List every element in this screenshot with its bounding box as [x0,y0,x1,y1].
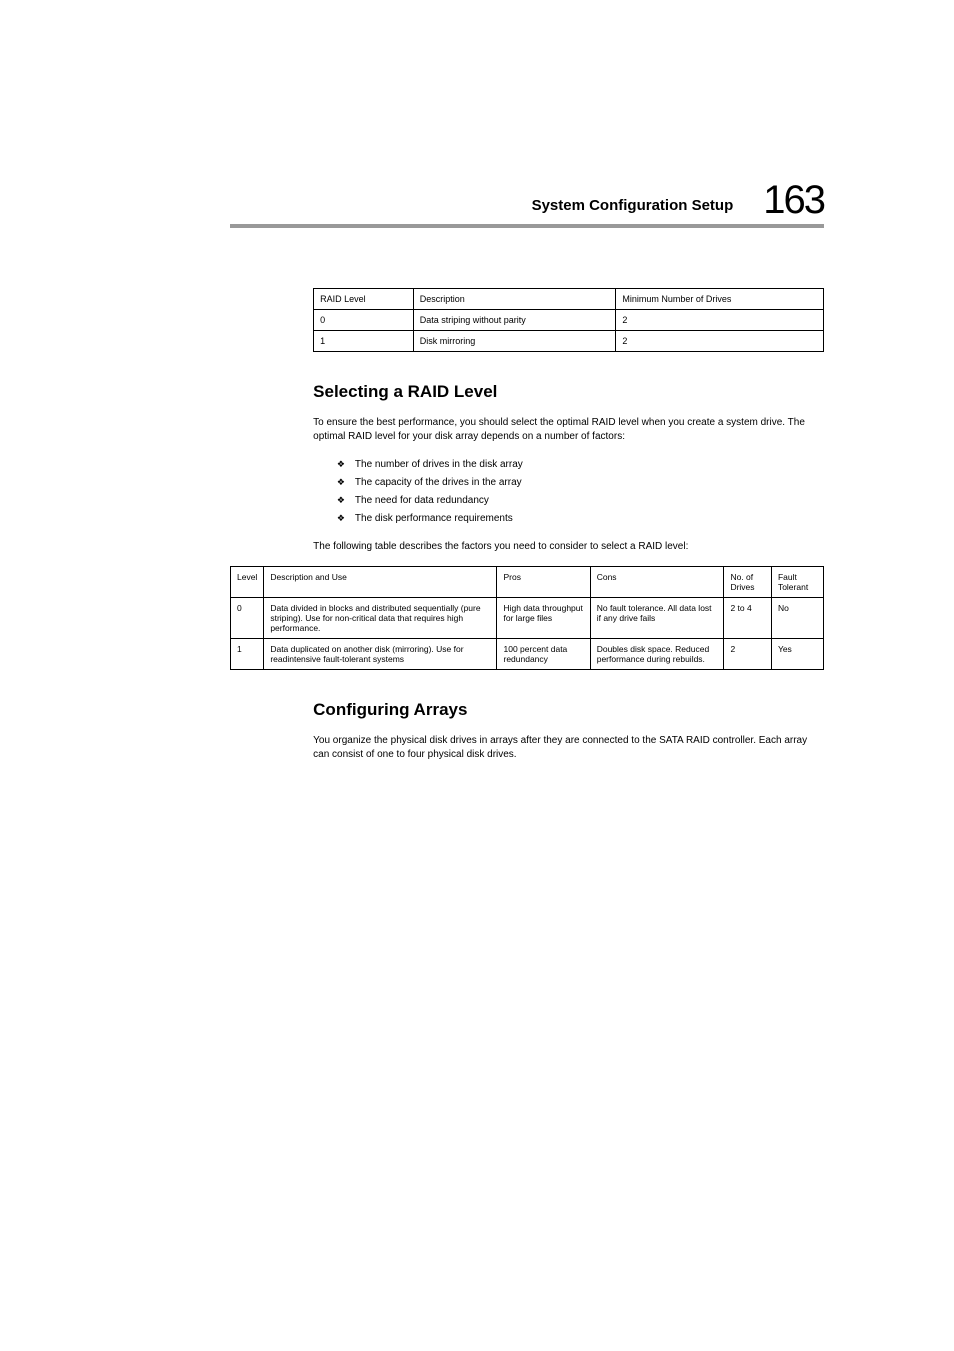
header-section-title: System Configuration Setup [532,197,734,220]
table-header-no-drives: No. of Drives [724,567,772,598]
table-header-description: Description [413,289,616,310]
raid-selection-table: Level Description and Use Pros Cons No. … [230,566,824,670]
cell: 0 [314,310,414,331]
paragraph: You organize the physical disk drives in… [313,734,824,762]
cell: 2 [724,639,772,670]
cell: Data divided in blocks and distributed s… [264,598,497,639]
table-row: Level Description and Use Pros Cons No. … [231,567,824,598]
section-heading-configuring-arrays: Configuring Arrays [313,700,824,720]
page-number: 163 [763,180,824,220]
list-item: The number of drives in the disk array [337,456,824,474]
table-row: RAID Level Description Minimum Number of… [314,289,824,310]
cell: Data duplicated on another disk (mirrori… [264,639,497,670]
table-header-pros: Pros [497,567,590,598]
table-header-cons: Cons [590,567,724,598]
cell: 100 percent data redundancy [497,639,590,670]
list-item: The disk performance requirements [337,510,824,528]
cell: 2 [616,331,824,352]
cell: Yes [771,639,823,670]
section-heading-selecting-raid: Selecting a RAID Level [313,382,824,402]
table-row: 0 Data divided in blocks and distributed… [231,598,824,639]
table-row: 1 Data duplicated on another disk (mirro… [231,639,824,670]
cell: Doubles disk space. Reduced performance … [590,639,724,670]
table-header-fault-tolerant: Fault Tolerant [771,567,823,598]
cell: 0 [231,598,264,639]
cell: No fault tolerance. All data lost if any… [590,598,724,639]
cell: 2 [616,310,824,331]
cell: Disk mirroring [413,331,616,352]
table-row: 0 Data striping without parity 2 [314,310,824,331]
paragraph: The following table describes the factor… [313,540,824,554]
paragraph: To ensure the best performance, you shou… [313,416,824,444]
table-header-raid-level: RAID Level [314,289,414,310]
table-header-level: Level [231,567,264,598]
cell: 1 [231,639,264,670]
bullet-list: The number of drives in the disk array T… [337,456,824,528]
page-header: System Configuration Setup 163 [230,180,824,228]
cell: No [771,598,823,639]
cell: 1 [314,331,414,352]
cell: Data striping without parity [413,310,616,331]
cell: 2 to 4 [724,598,772,639]
list-item: The need for data redundancy [337,492,824,510]
table-header-description-use: Description and Use [264,567,497,598]
cell: High data throughput for large files [497,598,590,639]
table-header-min-drives: Minimum Number of Drives [616,289,824,310]
raid-levels-table: RAID Level Description Minimum Number of… [313,288,824,352]
list-item: The capacity of the drives in the array [337,474,824,492]
table-row: 1 Disk mirroring 2 [314,331,824,352]
